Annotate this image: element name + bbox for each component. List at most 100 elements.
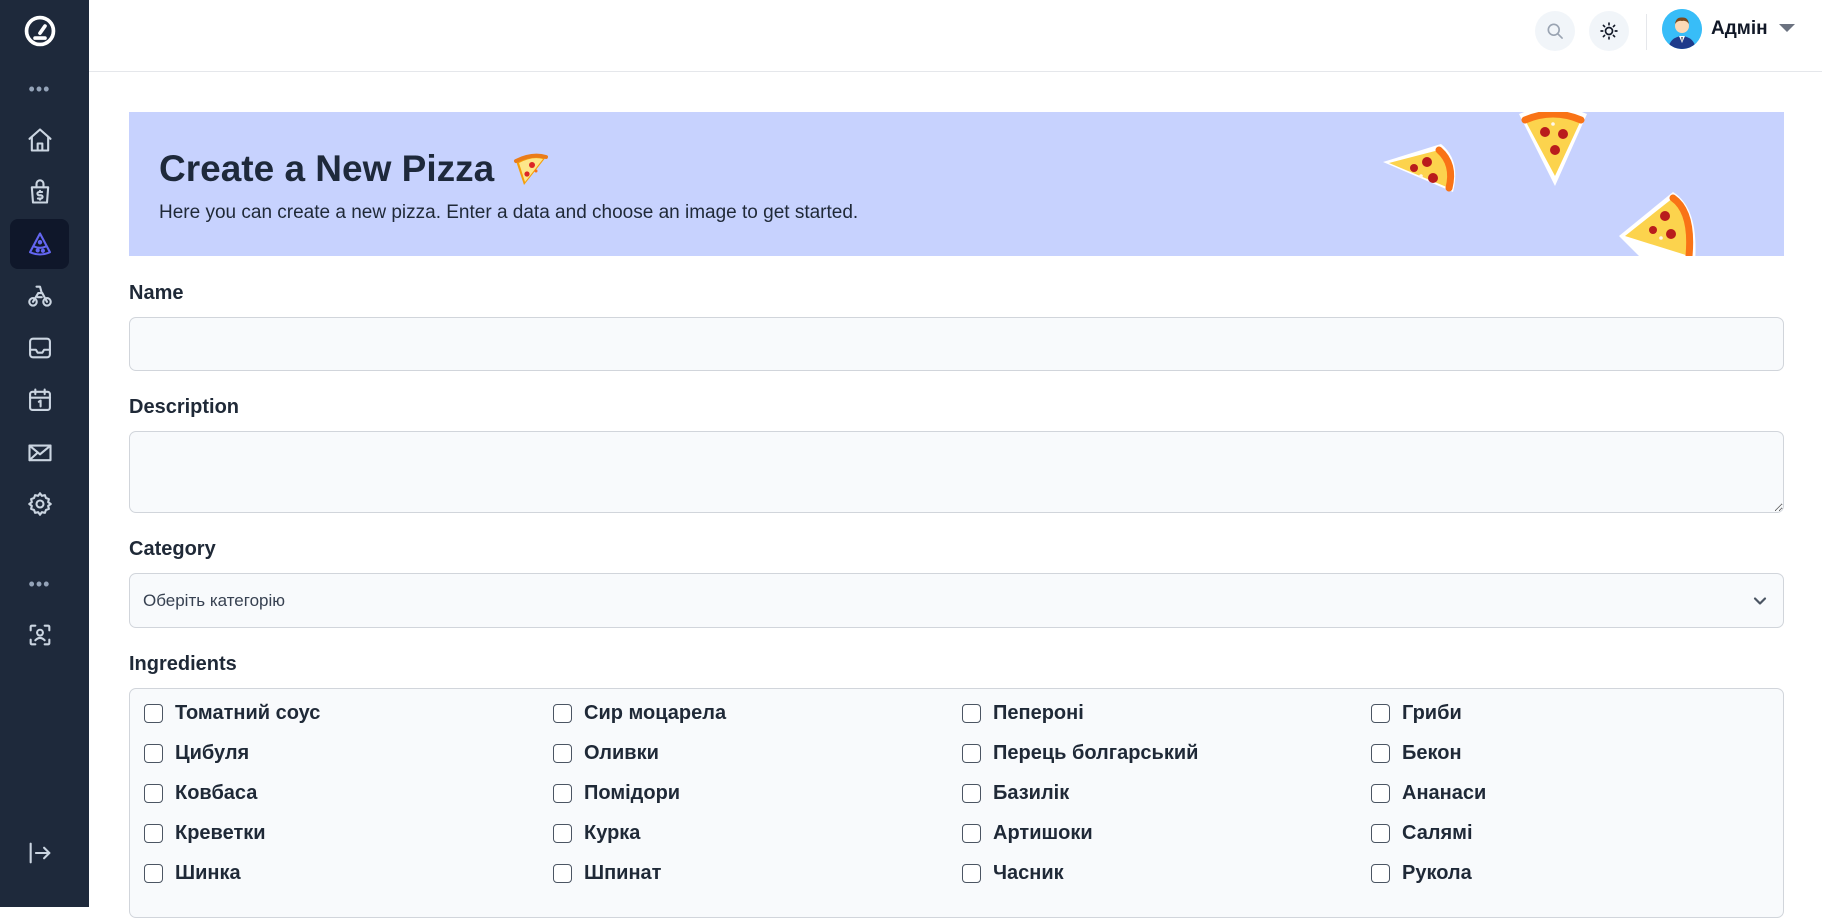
pizza-slice-decor-icon: [1383, 144, 1456, 192]
ingredient-checkbox[interactable]: [962, 864, 981, 883]
category-select[interactable]: Оберіть категорію: [129, 573, 1784, 628]
ingredient-option[interactable]: Гриби: [1371, 702, 1462, 725]
ingredient-checkbox[interactable]: [1371, 784, 1390, 803]
avatar[interactable]: [1662, 9, 1702, 49]
sidebar-item-orders[interactable]: [10, 167, 69, 217]
ingredient-checkbox[interactable]: [553, 864, 572, 883]
ingredient-option[interactable]: Шинка: [144, 862, 241, 885]
ingredient-label: Шинка: [175, 862, 241, 884]
description-textarea[interactable]: [129, 431, 1784, 513]
ingredient-option[interactable]: Пепероні: [962, 702, 1084, 725]
chevron-down-icon: [1753, 593, 1767, 607]
name-label: Name: [129, 282, 184, 304]
page-title: Create a New Pizza: [159, 148, 550, 190]
ingredient-option[interactable]: Перець болгарський: [962, 742, 1198, 765]
ingredient-checkbox[interactable]: [144, 704, 163, 723]
page-title-text: Create a New Pizza: [159, 148, 495, 189]
ingredient-checkbox[interactable]: [962, 704, 981, 723]
ingredient-checkbox[interactable]: [1371, 824, 1390, 843]
dashboard-logo-icon[interactable]: [10, 6, 69, 56]
ingredient-option[interactable]: Ананаси: [1371, 782, 1486, 805]
ingredient-label: Креветки: [175, 822, 266, 844]
ingredient-checkbox[interactable]: [553, 704, 572, 723]
ingredient-option[interactable]: Бекон: [1371, 742, 1462, 765]
ingredient-checkbox[interactable]: [1371, 864, 1390, 883]
pizza-slice-decor-icon: [1519, 112, 1587, 186]
ingredient-option[interactable]: Часник: [962, 862, 1064, 885]
ingredient-label: Бекон: [1402, 742, 1462, 764]
ingredients-checklist: Томатний соус Сир моцарела Пепероні Гриби Ци…: [129, 688, 1784, 918]
sidebar-item-calendar[interactable]: [10, 375, 69, 425]
sidebar: ••• •••: [0, 0, 89, 907]
name-input[interactable]: [129, 317, 1784, 371]
header-divider: [1646, 14, 1647, 50]
ingredient-checkbox[interactable]: [553, 744, 572, 763]
ingredient-option[interactable]: Оливки: [553, 742, 659, 765]
home-icon: [27, 128, 52, 152]
ingredient-checkbox[interactable]: [144, 744, 163, 763]
ingredient-option[interactable]: Рукола: [1371, 862, 1472, 885]
ingredient-label: Томатний соус: [175, 702, 321, 724]
logout-icon: [29, 842, 50, 864]
user-name[interactable]: Адмін: [1711, 18, 1768, 40]
ingredient-checkbox[interactable]: [553, 824, 572, 843]
ingredient-checkbox[interactable]: [144, 824, 163, 843]
chevron-down-icon[interactable]: [1779, 24, 1795, 32]
ingredient-label: Рукола: [1402, 862, 1472, 884]
sidebar-item-logout[interactable]: [10, 828, 69, 878]
more-dots-icon: •••: [28, 79, 51, 99]
ingredient-label: Перець болгарський: [993, 742, 1199, 764]
pizza-slice-decor-icon: [1619, 192, 1696, 256]
shopping-bag-icon: [30, 179, 49, 204]
ingredient-label: Сир моцарела: [584, 702, 727, 724]
ingredient-checkbox[interactable]: [962, 744, 981, 763]
user-scan-icon: [29, 624, 50, 646]
scooter-icon: [27, 285, 52, 307]
pizza-icon: [28, 232, 51, 256]
sidebar-item-inbox[interactable]: [10, 323, 69, 373]
ingredient-option[interactable]: Шпинат: [553, 862, 661, 885]
sidebar-item-delivery[interactable]: [10, 271, 69, 321]
ingredient-option[interactable]: Салямі: [1371, 822, 1473, 845]
theme-toggle-button[interactable]: [1589, 11, 1629, 51]
sidebar-item-settings[interactable]: [10, 479, 69, 529]
ingredient-label: Шпинат: [584, 862, 662, 884]
ingredient-checkbox[interactable]: [1371, 704, 1390, 723]
ingredient-option[interactable]: Курка: [553, 822, 640, 845]
search-button[interactable]: [1535, 11, 1575, 51]
calendar-icon: [28, 388, 51, 411]
ingredient-option[interactable]: Сир моцарела: [553, 702, 726, 725]
ingredient-label: Оливки: [584, 742, 659, 764]
ingredient-checkbox[interactable]: [1371, 744, 1390, 763]
ingredient-option[interactable]: Помідори: [553, 782, 680, 805]
ingredient-label: Гриби: [1402, 702, 1462, 724]
ingredient-checkbox[interactable]: [144, 784, 163, 803]
ingredient-checkbox[interactable]: [962, 824, 981, 843]
ingredient-option[interactable]: Креветки: [144, 822, 266, 845]
ingredient-label: Помідори: [584, 782, 681, 804]
ingredient-label: Цибуля: [175, 742, 250, 764]
ingredient-label: Ананаси: [1402, 782, 1487, 804]
sidebar-item-profile[interactable]: [10, 610, 69, 660]
ingredient-checkbox[interactable]: [962, 784, 981, 803]
ingredient-label: Ковбаса: [175, 782, 258, 804]
sidebar-item-pizzas[interactable]: [10, 219, 69, 269]
mail-icon: [27, 444, 52, 462]
sidebar-item-mail[interactable]: [10, 427, 69, 477]
sun-icon: [1600, 22, 1618, 40]
category-label: Category: [129, 538, 216, 560]
sidebar-item-home[interactable]: [10, 115, 69, 165]
ingredient-label: Базилік: [993, 782, 1070, 804]
ingredient-option[interactable]: Цибуля: [144, 742, 249, 765]
page-banner: Create a New Pizza Here you can create a…: [129, 112, 1784, 256]
ingredient-option[interactable]: Ковбаса: [144, 782, 257, 805]
ingredient-option[interactable]: Базилік: [962, 782, 1069, 805]
inbox-icon: [28, 337, 51, 359]
top-bar: [89, 0, 1822, 72]
ingredient-checkbox[interactable]: [553, 784, 572, 803]
ingredient-checkbox[interactable]: [144, 864, 163, 883]
ingredient-label: Артишоки: [993, 822, 1093, 844]
ingredient-option[interactable]: Томатний соус: [144, 702, 320, 725]
ingredient-option[interactable]: Артишоки: [962, 822, 1093, 845]
pizza-slice-emoji-icon: [514, 153, 549, 185]
